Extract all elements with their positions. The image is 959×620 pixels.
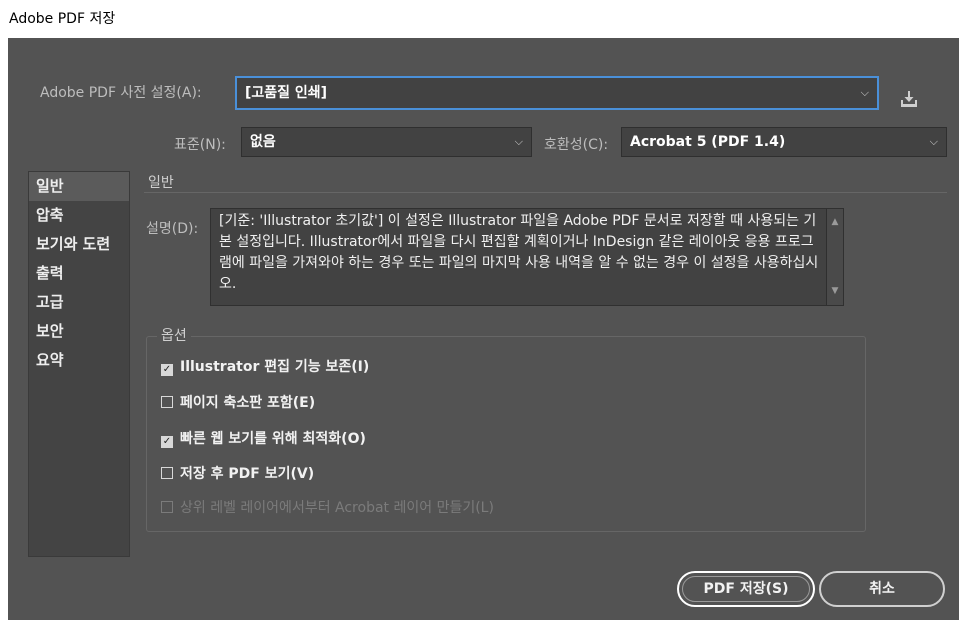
section-divider	[144, 192, 947, 193]
save-preset-icon[interactable]	[897, 87, 921, 111]
window-title: Adobe PDF 저장	[0, 0, 959, 38]
chevron-down-icon: ⌵	[860, 86, 869, 99]
sidebar-item-marks-bleeds[interactable]: 보기와 도련	[29, 230, 129, 259]
compat-dropdown[interactable]: Acrobat 5 (PDF 1.4) ⌵	[621, 127, 947, 157]
checkbox-checked[interactable]: ✓	[161, 436, 173, 448]
description-label: 설명(D):	[146, 221, 199, 237]
sidebar-item-output[interactable]: 출력	[29, 259, 129, 288]
checkbox-disabled	[161, 501, 173, 513]
dialog-body: Adobe PDF 사전 설정(A): [고품질 인쇄] ⌵ 표준(N): 없음…	[8, 38, 959, 620]
option-view-pdf-after-saving[interactable]: 저장 후 PDF 보기(V)	[161, 464, 314, 484]
sidebar-item-summary[interactable]: 요약	[29, 346, 129, 375]
description-scrollbar[interactable]: ▲ ▼	[826, 209, 843, 305]
chevron-down-icon: ⌵	[929, 135, 938, 148]
checkbox-checked[interactable]: ✓	[161, 364, 173, 376]
sidebar-item-security[interactable]: 보안	[29, 317, 129, 346]
preset-label: Adobe PDF 사전 설정(A):	[40, 85, 202, 101]
preset-dropdown[interactable]: [고품질 인쇄] ⌵	[235, 76, 879, 110]
chevron-down-icon: ⌵	[514, 135, 523, 148]
cancel-button[interactable]: 취소	[819, 571, 945, 607]
description-text: [기준: 'Illustrator 초기값'] 이 설정은 Illustrato…	[219, 213, 819, 292]
standard-value: 없음	[250, 134, 276, 150]
category-sidebar: 일반 압축 보기와 도련 출력 고급 보안 요약	[28, 171, 130, 557]
preset-value: [고품질 인쇄]	[245, 85, 328, 101]
option-embed-thumbnails[interactable]: 페이지 축소판 포함(E)	[161, 393, 315, 413]
options-title: 옵션	[157, 325, 191, 345]
save-pdf-button[interactable]: PDF 저장(S)	[677, 571, 815, 607]
scroll-up-icon[interactable]: ▲	[827, 212, 843, 233]
option-fast-web-view[interactable]: ✓ 빠른 웹 보기를 위해 최적화(O)	[161, 429, 366, 449]
checkbox[interactable]	[161, 396, 173, 408]
compat-value: Acrobat 5 (PDF 1.4)	[630, 134, 786, 150]
standard-label: 표준(N):	[174, 137, 226, 153]
sidebar-item-compression[interactable]: 압축	[29, 201, 129, 230]
scroll-down-icon[interactable]: ▼	[827, 281, 843, 302]
description-textarea[interactable]: [기준: 'Illustrator 초기값'] 이 설정은 Illustrato…	[210, 208, 844, 306]
section-title: 일반	[148, 175, 174, 191]
checkbox[interactable]	[161, 467, 173, 479]
standard-dropdown[interactable]: 없음 ⌵	[241, 127, 532, 157]
sidebar-item-advanced[interactable]: 고급	[29, 288, 129, 317]
option-preserve-editing[interactable]: ✓ Illustrator 편집 기능 보존(I)	[161, 357, 369, 377]
sidebar-item-general[interactable]: 일반	[29, 172, 129, 201]
options-group: 옵션 ✓ Illustrator 편집 기능 보존(I) 페이지 축소판 포함(E…	[146, 325, 866, 532]
compat-label: 호환성(C):	[544, 137, 609, 153]
option-create-acrobat-layers: 상위 레벨 레이어에서부터 Acrobat 레이어 만들기(L)	[161, 498, 494, 518]
